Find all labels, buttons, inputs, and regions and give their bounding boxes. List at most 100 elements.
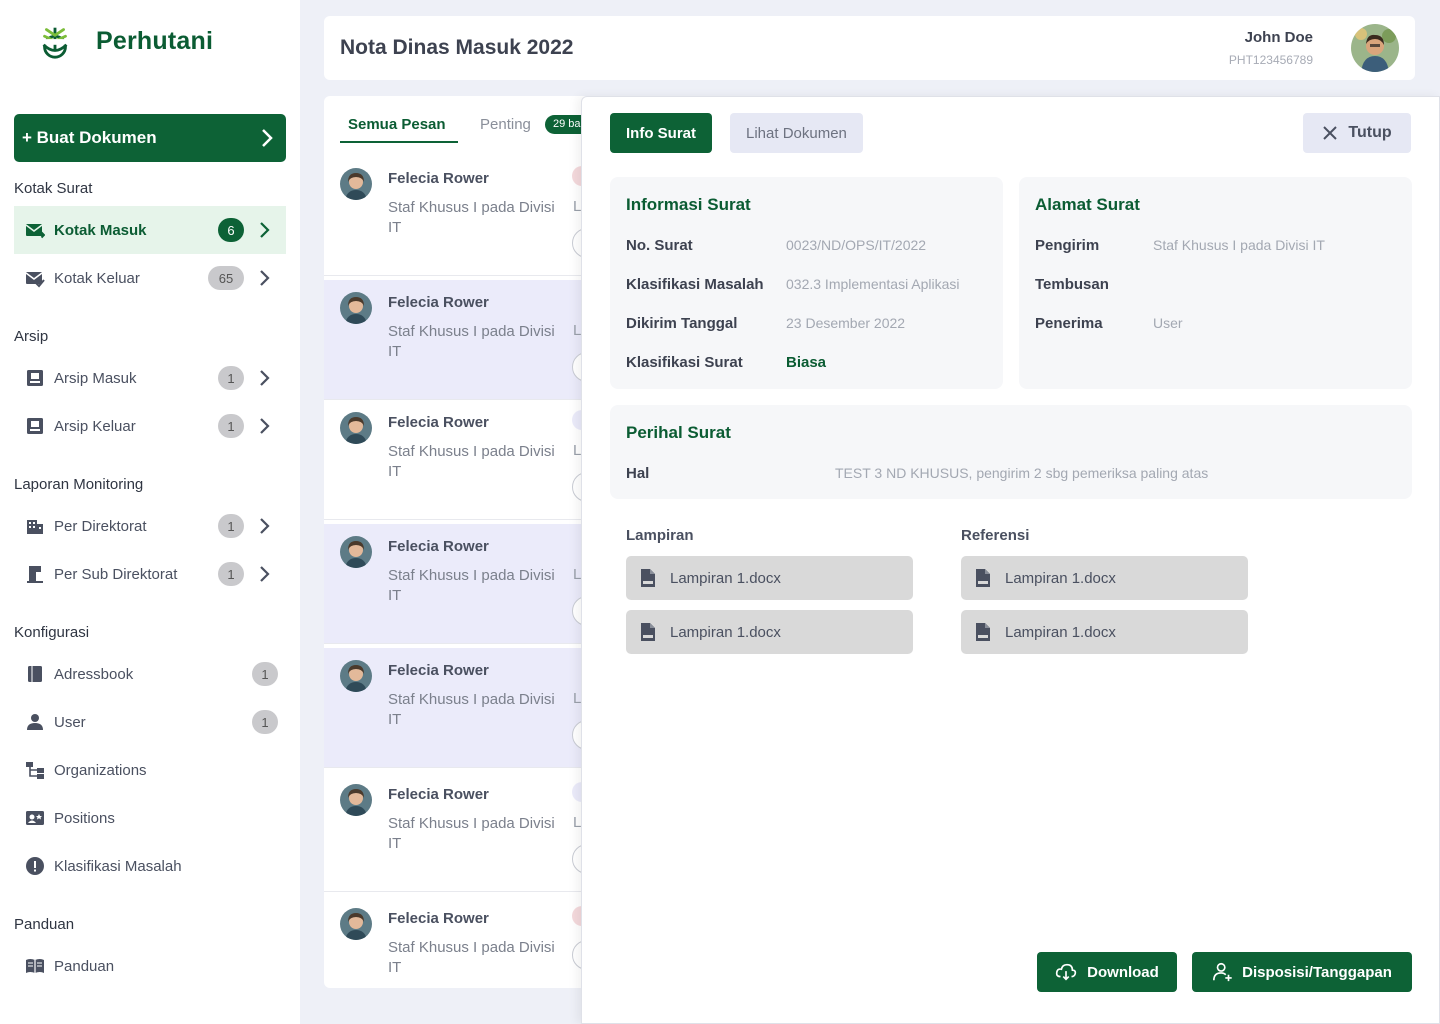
chevron-right-icon[interactable] — [252, 417, 278, 435]
count-badge: 1 — [252, 662, 278, 686]
sender-role: Staf Khusus I pada Divisi IT — [388, 567, 555, 604]
list-item[interactable]: Felecia Rower Staf Khusus I pada Divisi … — [324, 896, 614, 988]
section-title-laporan: Laporan Monitoring — [14, 476, 144, 493]
perihal-surat-card: Perihal Surat Hal TEST 3 ND KHUSUS, peng… — [610, 405, 1412, 499]
message-tabs: Semua Pesan Penting 29 baru — [340, 96, 610, 144]
doc-file-icon — [641, 623, 655, 641]
field-label: Pengirim — [1035, 237, 1100, 254]
sender-avatar — [340, 660, 372, 692]
sidebar-item-arsip-masuk[interactable]: Arsip Masuk 1 — [14, 354, 286, 402]
create-document-label: + Buat Dokumen — [22, 128, 157, 147]
letter-detail-panel: Info Surat Lihat Dokumen Tutup Informasi… — [581, 96, 1440, 1024]
chevron-right-icon[interactable] — [252, 269, 278, 287]
sidebar-item-kotak-keluar[interactable]: Kotak Keluar 65 — [14, 254, 286, 302]
list-item[interactable]: Felecia Rower Staf Khusus I pada Divisi … — [324, 648, 614, 768]
cloud-download-icon — [1056, 963, 1077, 981]
sender-name: Felecia Rower — [388, 294, 489, 311]
sender-role: Staf Khusus I pada Divisi IT — [388, 691, 555, 728]
reference-file[interactable]: Lampiran 1.docx — [961, 556, 1248, 600]
sidebar-item-user[interactable]: User 1 — [14, 698, 286, 746]
sidebar-item-label: Organizations — [54, 761, 147, 779]
sidebar-item-per-sub-direktorat[interactable]: Per Sub Direktorat 1 — [14, 550, 286, 598]
sidebar-item-organizations[interactable]: Organizations — [14, 746, 286, 794]
field-value: 032.3 Implementasi Aplikasi — [786, 276, 960, 292]
reference-name: Lampiran 1.docx — [1005, 623, 1116, 641]
list-item[interactable]: Felecia Rower Staf Khusus I pada Divisi … — [324, 280, 614, 400]
chevron-right-icon — [262, 129, 273, 147]
outbox-icon — [24, 267, 46, 289]
lampiran-title: Lampiran — [626, 527, 694, 544]
sidebar-item-klasifikasi-masalah[interactable]: Klasifikasi Masalah — [14, 842, 286, 890]
user-avatar[interactable] — [1351, 24, 1399, 72]
sidebar-item-label: Arsip Keluar — [54, 417, 136, 435]
sender-avatar — [340, 784, 372, 816]
attachment-name: Lampiran 1.docx — [670, 623, 781, 641]
disposisi-button[interactable]: Disposisi/Tanggapan — [1192, 952, 1412, 992]
section-title-panduan: Panduan — [14, 916, 75, 933]
field-value: User — [1153, 315, 1183, 331]
sidebar-item-kotak-masuk[interactable]: Kotak Masuk 6 — [14, 206, 286, 254]
tab-lihat-dokumen[interactable]: Lihat Dokumen — [730, 113, 863, 153]
sender-name: Felecia Rower — [388, 662, 489, 679]
tab-info-surat[interactable]: Info Surat — [610, 113, 712, 153]
inbox-icon — [24, 219, 46, 241]
sidebar-item-adressbook[interactable]: Adressbook 1 — [14, 650, 286, 698]
sender-name: Felecia Rower — [388, 538, 489, 555]
close-icon — [1323, 126, 1338, 140]
field-label: Dikirim Tanggal — [626, 315, 738, 332]
sender-avatar — [340, 908, 372, 940]
field-label: Klasifikasi Surat — [626, 354, 743, 371]
list-item[interactable]: Felecia Rower Staf Khusus I pada Divisi … — [324, 524, 614, 644]
sidebar-item-panduan[interactable]: Panduan — [14, 942, 286, 990]
chevron-right-icon[interactable] — [252, 517, 278, 535]
sidebar-item-arsip-keluar[interactable]: Arsip Keluar 1 — [14, 402, 286, 450]
tab-semua-pesan[interactable]: Semua Pesan — [348, 116, 446, 133]
disposisi-label: Disposisi/Tanggapan — [1242, 963, 1392, 981]
attachment-name: Lampiran 1.docx — [670, 569, 781, 587]
sidebar-item-positions[interactable]: Positions — [14, 794, 286, 842]
sender-name: Felecia Rower — [388, 170, 489, 187]
tab-penting[interactable]: Penting — [480, 116, 531, 133]
sender-avatar — [340, 536, 372, 568]
sidebar-item-per-direktorat[interactable]: Per Direktorat 1 — [14, 502, 286, 550]
brand[interactable]: Perhutani — [36, 22, 213, 60]
sidebar-item-label: Arsip Masuk — [54, 369, 137, 387]
sidebar-item-label: Klasifikasi Masalah — [54, 857, 182, 875]
count-badge: 1 — [252, 710, 278, 734]
book-icon — [24, 663, 46, 685]
list-item[interactable]: Felecia Rower Staf Khusus I pada Divisi … — [324, 156, 614, 276]
field-label: Penerima — [1035, 315, 1103, 332]
chevron-right-icon[interactable] — [252, 221, 278, 239]
download-label: Download — [1087, 963, 1159, 981]
sidebar-item-label: Kotak Masuk — [54, 221, 147, 239]
add-user-icon — [1213, 962, 1232, 982]
building-icon — [24, 515, 46, 537]
download-button[interactable]: Download — [1037, 952, 1177, 992]
user-name[interactable]: John Doe — [1245, 29, 1313, 46]
sidebar-item-label: Per Sub Direktorat — [54, 565, 178, 583]
referensi-title: Referensi — [961, 527, 1030, 544]
count-badge: 1 — [218, 366, 244, 390]
field-label: Tembusan — [1035, 276, 1109, 293]
list-item[interactable]: Felecia Rower Staf Khusus I pada Divisi … — [324, 772, 614, 892]
field-label: Hal — [626, 465, 650, 482]
close-button[interactable]: Tutup — [1303, 113, 1411, 153]
attachment-file[interactable]: Lampiran 1.docx — [626, 610, 913, 654]
sidebar-item-label: Positions — [54, 809, 115, 827]
sender-avatar — [340, 412, 372, 444]
sender-role: Staf Khusus I pada Divisi IT — [388, 939, 555, 976]
card-title: Alamat Surat — [1035, 195, 1140, 214]
alamat-surat-card: Alamat Surat Pengirim Staf Khusus I pada… — [1019, 177, 1412, 389]
alert-icon — [24, 855, 46, 877]
field-value: 23 Desember 2022 — [786, 315, 906, 331]
list-item[interactable]: Felecia Rower Staf Khusus I pada Divisi … — [324, 400, 614, 520]
create-document-button[interactable]: + Buat Dokumen — [14, 114, 286, 162]
chevron-right-icon[interactable] — [252, 565, 278, 583]
sidebar: Perhutani + Buat Dokumen Kotak Surat Kot… — [0, 0, 300, 1024]
reference-file[interactable]: Lampiran 1.docx — [961, 610, 1248, 654]
sender-role: Staf Khusus I pada Divisi IT — [388, 323, 555, 360]
classification-value: Biasa — [786, 354, 827, 371]
chevron-right-icon[interactable] — [252, 369, 278, 387]
attachment-file[interactable]: Lampiran 1.docx — [626, 556, 913, 600]
count-badge: 1 — [218, 414, 244, 438]
